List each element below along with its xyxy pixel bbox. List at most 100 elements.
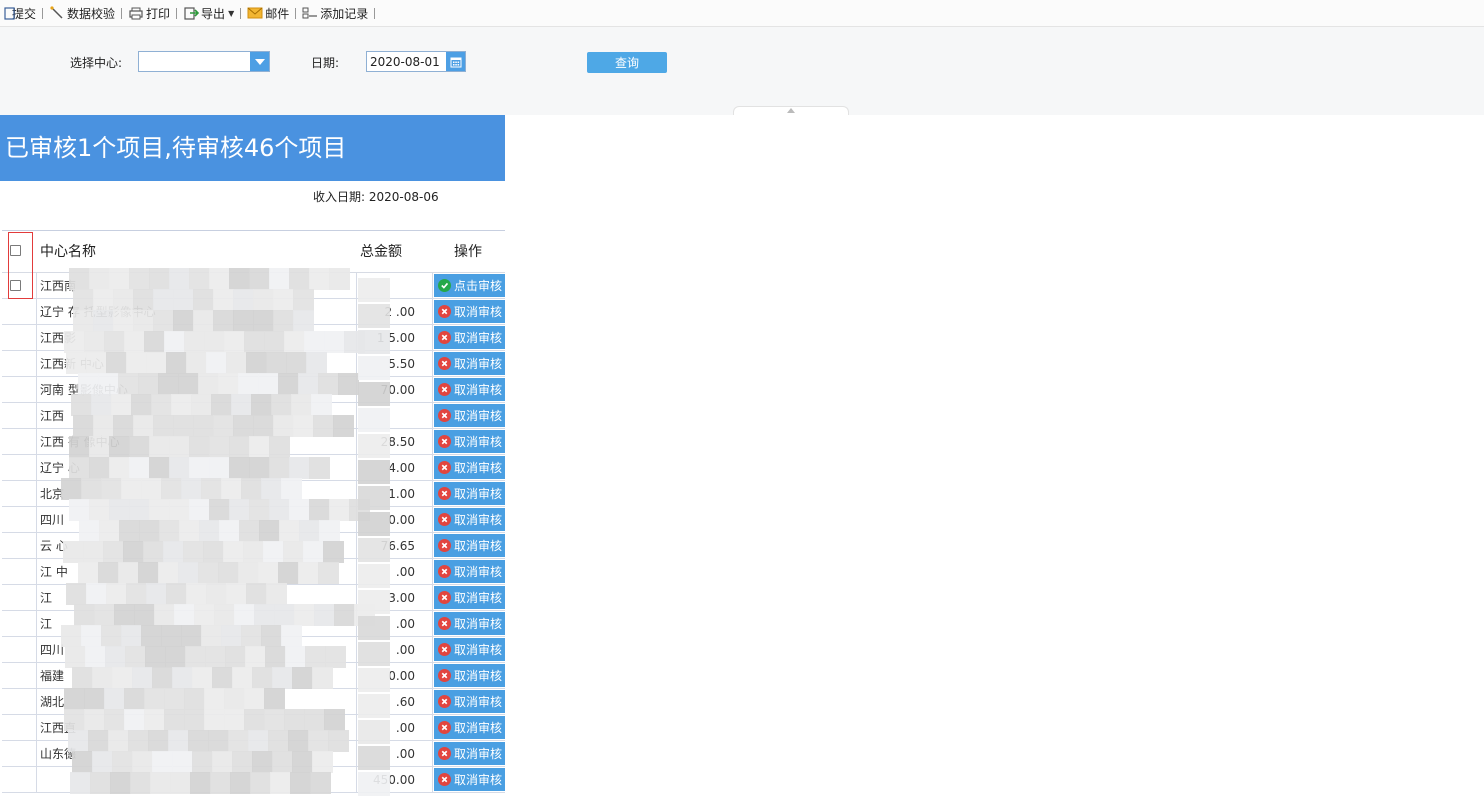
- table-body: 江西南 点击审核 辽宁 存 托型影像中心 2 .00 取消审核 江西影 1 5.00 取消审核…: [2, 273, 505, 793]
- add-record-icon: [302, 6, 318, 20]
- cancel-approval-button[interactable]: 取消审核: [434, 664, 505, 687]
- total-amount-cell: .60: [357, 689, 433, 715]
- cancel-approval-button[interactable]: 取消审核: [434, 326, 505, 349]
- cancel-approval-button[interactable]: 取消审核: [434, 352, 505, 375]
- action-label: 取消审核: [454, 435, 503, 449]
- cancel-approval-button[interactable]: 取消审核: [434, 742, 505, 765]
- receive-date: 收入日期: 2020-08-06: [313, 190, 439, 204]
- cancel-approval-button[interactable]: 取消审核: [434, 638, 505, 661]
- row-checkbox[interactable]: [10, 280, 21, 291]
- cancel-approval-button[interactable]: 取消审核: [434, 690, 505, 713]
- toolbar-button-2[interactable]: 打印: [124, 0, 174, 27]
- action-label: 取消审核: [454, 331, 503, 345]
- cancel-approval-button[interactable]: 取消审核: [434, 716, 505, 739]
- action-label: 取消审核: [454, 383, 503, 397]
- chevron-down-icon: ▼: [228, 8, 235, 18]
- x-circle-icon: [438, 435, 451, 448]
- x-circle-icon: [438, 331, 451, 344]
- cancel-approval-button[interactable]: 取消审核: [434, 508, 505, 531]
- toolbar-button-0[interactable]: 提交: [0, 0, 40, 27]
- center-name-cell: 江西南: [37, 273, 357, 299]
- cancel-approval-button[interactable]: 取消审核: [434, 612, 505, 635]
- center-name-cell: 江: [37, 611, 357, 637]
- action-label: 取消审核: [454, 357, 503, 371]
- center-name-cell: 辽宁 心: [37, 455, 357, 481]
- row-checkbox-cell: [2, 325, 37, 351]
- x-circle-icon: [438, 669, 451, 682]
- toolbar-button-4[interactable]: 邮件: [243, 0, 293, 27]
- cancel-approval-button[interactable]: 取消审核: [434, 768, 505, 791]
- toolbar-button-3[interactable]: 导出 ▼: [179, 0, 238, 27]
- table-row: 山东德 .00 取消审核: [2, 741, 505, 767]
- cancel-approval-button[interactable]: 取消审核: [434, 586, 505, 609]
- table-row: 江西影 1 5.00 取消审核: [2, 325, 505, 351]
- total-amount-cell: 3.00: [357, 585, 433, 611]
- cancel-approval-button[interactable]: 取消审核: [434, 430, 505, 453]
- center-name-cell: 江西直: [37, 715, 357, 741]
- submit-icon: [4, 6, 15, 20]
- x-circle-icon: [438, 565, 451, 578]
- table-row: 江西 取消审核: [2, 403, 505, 429]
- total-amount-cell: 0.00: [357, 663, 433, 689]
- total-amount-cell: 4.00: [357, 455, 433, 481]
- center-name-cell: 山东德: [37, 741, 357, 767]
- action-label: 取消审核: [454, 461, 503, 475]
- table-row: 湖北 .60 取消审核: [2, 689, 505, 715]
- x-circle-icon: [438, 383, 451, 396]
- total-amount-cell: 0.00: [357, 507, 433, 533]
- center-name-cell: 四川: [37, 507, 357, 533]
- action-label: 取消审核: [454, 591, 503, 605]
- x-circle-icon: [438, 617, 451, 630]
- cancel-approval-button[interactable]: 取消审核: [434, 482, 505, 505]
- row-checkbox-cell: [2, 559, 37, 585]
- toolbar-button-1[interactable]: 数据校验: [45, 0, 119, 27]
- toolbar-button-label: 数据校验: [67, 6, 116, 21]
- query-button[interactable]: 查询: [587, 52, 667, 73]
- row-checkbox-cell: [2, 481, 37, 507]
- table-row: 江西直 .00 取消审核: [2, 715, 505, 741]
- center-select[interactable]: [138, 51, 270, 72]
- total-amount-cell: [357, 403, 433, 429]
- action-label: 取消审核: [454, 539, 503, 553]
- toolbar-separator: [121, 7, 123, 19]
- total-amount-cell: .00: [357, 559, 433, 585]
- select-all-checkbox[interactable]: [10, 245, 21, 256]
- wand-icon: [49, 6, 65, 20]
- date-field[interactable]: 2020-08-01: [366, 51, 466, 72]
- toolbar-button-5[interactable]: 添加记录: [298, 0, 372, 27]
- chevron-down-icon[interactable]: [250, 52, 269, 71]
- row-checkbox-cell: [2, 689, 37, 715]
- center-name-cell: 河南 型影像中心: [37, 377, 357, 403]
- center-name-cell: 辽宁 存 托型影像中心: [37, 299, 357, 325]
- cancel-approval-button[interactable]: 取消审核: [434, 378, 505, 401]
- center-name-cell: 湖北: [37, 689, 357, 715]
- export-icon: [183, 6, 200, 20]
- cancel-approval-button[interactable]: 取消审核: [434, 534, 505, 557]
- cancel-approval-button[interactable]: 取消审核: [434, 300, 505, 323]
- total-amount-cell: 70.00: [357, 377, 433, 403]
- table-row: 辽宁 心 4.00 取消审核: [2, 455, 505, 481]
- collapse-panel-handle[interactable]: [733, 106, 849, 115]
- center-name-cell: 江西影: [37, 325, 357, 351]
- cancel-approval-button[interactable]: 取消审核: [434, 560, 505, 583]
- cancel-approval-button[interactable]: 取消审核: [434, 456, 505, 479]
- total-amount-cell: 76.65: [357, 533, 433, 559]
- toolbar-separator: [374, 7, 376, 19]
- x-circle-icon: [438, 513, 451, 526]
- row-checkbox-cell: [2, 273, 37, 299]
- x-circle-icon: [438, 461, 451, 474]
- approve-button[interactable]: 点击审核: [434, 274, 505, 297]
- row-checkbox-cell: [2, 715, 37, 741]
- total-amount-cell: [357, 273, 433, 299]
- toolbar-button-label: 导出: [201, 6, 226, 21]
- table-row: 450.00 取消审核: [2, 767, 505, 793]
- row-checkbox-cell: [2, 351, 37, 377]
- filter-panel: 选择中心: 日期: 2020-08-01 查询: [0, 27, 1484, 115]
- table-header: 中心名称 总金额 操作: [2, 231, 505, 273]
- calendar-icon[interactable]: [446, 52, 465, 71]
- action-label: 取消审核: [454, 617, 503, 631]
- total-amount-cell: .00: [357, 637, 433, 663]
- action-label: 取消审核: [454, 643, 503, 657]
- action-label: 取消审核: [454, 747, 503, 761]
- cancel-approval-button[interactable]: 取消审核: [434, 404, 505, 427]
